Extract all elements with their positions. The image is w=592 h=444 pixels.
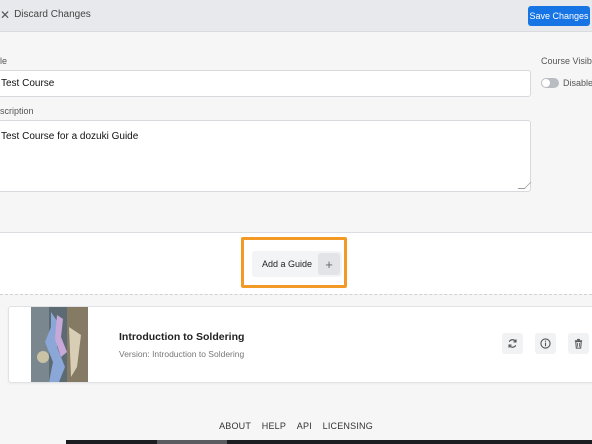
description-textarea[interactable]: Test Course for a dozuki Guide: [0, 120, 532, 192]
save-changes-button[interactable]: Save Changes: [528, 6, 590, 26]
close-icon: ✕: [0, 7, 11, 22]
bottom-strip-segment: [157, 440, 227, 444]
visibility-state-label: Disable: [563, 78, 592, 88]
plus-icon[interactable]: +: [318, 253, 340, 275]
course-title-label: le: [0, 56, 8, 66]
bottom-strip: [66, 440, 592, 444]
top-bar: ✕ Discard Changes Save Changes: [0, 0, 592, 32]
dashed-divider: [0, 294, 592, 295]
description-value: Test Course for a dozuki Guide: [1, 131, 139, 142]
trash-icon: [574, 338, 583, 349]
delete-button[interactable]: [568, 333, 589, 354]
course-visibility-label: Course Visibi: [541, 56, 592, 66]
add-guide-label: Add a Guide: [262, 259, 313, 269]
footer-link-help[interactable]: HELP: [262, 421, 286, 431]
discard-changes-button[interactable]: ✕ Discard Changes: [0, 7, 91, 22]
footer-link-api[interactable]: API: [297, 421, 312, 431]
description-label: scription: [0, 106, 34, 116]
refresh-icon: [508, 339, 517, 348]
footer-link-licensing[interactable]: LICENSING: [323, 421, 373, 431]
footer-link-about[interactable]: ABOUT: [219, 421, 251, 431]
add-guide-button[interactable]: Add a Guide +: [252, 251, 342, 277]
guide-version: Version: Introduction to Soldering: [119, 349, 245, 359]
guide-title[interactable]: Introduction to Soldering: [119, 331, 244, 343]
info-button[interactable]: [535, 333, 556, 354]
info-icon: [540, 338, 551, 349]
toggle-knob: [542, 79, 550, 87]
refresh-button[interactable]: [502, 333, 523, 354]
resize-handle-icon[interactable]: [517, 182, 532, 189]
footer-links: ABOUT HELP API LICENSING: [0, 421, 592, 431]
visibility-toggle[interactable]: [541, 78, 559, 88]
guide-card: Introduction to Soldering Version: Intro…: [8, 306, 592, 383]
course-title-value: Test Course: [1, 78, 55, 89]
discard-changes-label: Discard Changes: [14, 9, 91, 20]
guide-thumbnail[interactable]: [31, 307, 88, 382]
course-title-input[interactable]: Test Course: [0, 70, 531, 97]
